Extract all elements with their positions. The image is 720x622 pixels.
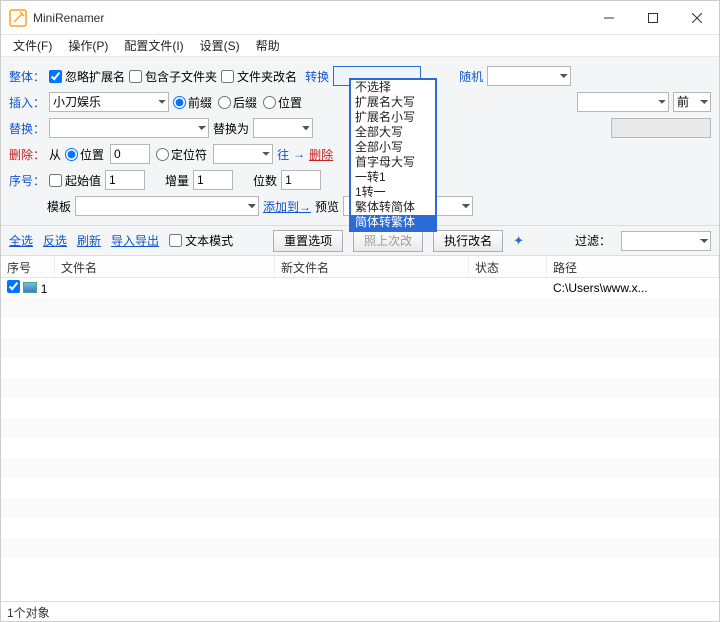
radio-del-locator[interactable]: 定位符 — [156, 146, 207, 163]
statusbar: 1个对象 — [1, 601, 719, 621]
label-muban: 模板 — [47, 198, 71, 215]
window-title: MiniRenamer — [33, 11, 587, 25]
checkbox-ignore-ext[interactable]: 忽略扩展名 — [49, 68, 125, 85]
app-logo-icon — [9, 9, 27, 27]
link-selectall[interactable]: 全选 — [9, 232, 33, 249]
dd-item[interactable]: 不选择 — [351, 80, 435, 95]
label-tihuan: 替换： — [9, 120, 45, 137]
link-refresh[interactable]: 刷新 — [77, 232, 101, 249]
input-digits[interactable] — [281, 170, 321, 190]
grid-body: 1 C:\Users\www.x... — [1, 278, 719, 578]
dd-item[interactable]: 首字母大写 — [351, 155, 435, 170]
link-invert[interactable]: 反选 — [43, 232, 67, 249]
dd-item[interactable]: 扩展名小写 — [351, 110, 435, 125]
label-xuhao: 序号： — [9, 172, 45, 189]
label-charu: 插入： — [9, 94, 45, 111]
label-guolv: 过滤： — [575, 232, 611, 249]
file-grid: 序号 文件名 新文件名 状态 路径 1 C:\Users\www.x... — [1, 256, 719, 601]
dd-item[interactable]: 全部大写 — [351, 125, 435, 140]
label-zhengti: 整体： — [9, 68, 45, 85]
button-execute[interactable]: 执行改名 — [433, 230, 503, 252]
checkbox-startval[interactable]: 起始值 — [49, 172, 101, 189]
convert-dropdown-list[interactable]: 不选择 扩展名大写 扩展名小写 全部大写 全部小写 首字母大写 一转1 1转一 … — [349, 78, 437, 232]
label-yulan: 预览 — [315, 198, 339, 215]
radio-suffix[interactable]: 后缀 — [218, 94, 257, 111]
col-newname[interactable]: 新文件名 — [275, 256, 469, 277]
cell-num: 1 — [41, 282, 48, 296]
col-status[interactable]: 状态 — [469, 256, 547, 277]
label-cong: 从 — [49, 146, 61, 163]
arrow-icon: → — [293, 147, 305, 161]
label-zengliang: 增量 — [165, 172, 189, 189]
label-shanchu: 删除： — [9, 146, 45, 163]
menu-help[interactable]: 帮助 — [248, 35, 288, 56]
close-button[interactable] — [675, 1, 719, 34]
dd-item[interactable]: 一转1 — [351, 170, 435, 185]
select-replace-to[interactable] — [253, 118, 313, 138]
dd-item[interactable]: 繁体转简体 — [351, 200, 435, 215]
label-weishu: 位数 — [253, 172, 277, 189]
menu-file[interactable]: 文件(F) — [5, 35, 60, 56]
col-index[interactable]: 序号 — [1, 256, 55, 277]
label-zhuanhuan: 转换 — [305, 68, 329, 85]
select-filter[interactable] — [621, 231, 711, 251]
cell-index: 1 — [1, 280, 55, 296]
label-wang: 往 — [277, 146, 289, 163]
checkbox-textmode[interactable]: 文本模式 — [169, 232, 233, 249]
button-repeat[interactable]: 照上次改 — [353, 230, 423, 252]
menu-operate[interactable]: 操作(P) — [60, 35, 116, 56]
select-insert-extra[interactable] — [577, 92, 669, 112]
col-filename[interactable]: 文件名 — [55, 256, 275, 277]
input-startval[interactable] — [105, 170, 145, 190]
input-del-pos[interactable] — [110, 144, 150, 164]
titlebar: MiniRenamer — [1, 1, 719, 35]
link-importexport[interactable]: 导入导出 — [111, 232, 159, 249]
pin-icon[interactable]: ✦ — [513, 233, 524, 249]
link-delete[interactable]: 删除 — [309, 146, 333, 163]
radioset-delete-mode: 位置 定位符 — [65, 144, 273, 164]
minimize-button[interactable] — [587, 1, 631, 34]
label-tihuanwei: 替换为 — [213, 120, 249, 137]
select-insert-side[interactable]: 前 — [673, 92, 711, 112]
maximize-button[interactable] — [631, 1, 675, 34]
radio-del-position[interactable]: 位置 — [65, 146, 104, 163]
input-increment[interactable] — [193, 170, 233, 190]
button-reset[interactable]: 重置选项 — [273, 230, 343, 252]
select-insert-text[interactable]: 小刀娱乐 — [49, 92, 169, 112]
table-row[interactable]: 1 C:\Users\www.x... — [1, 278, 719, 298]
cell-path: C:\Users\www.x... — [547, 281, 719, 295]
select-del-locator[interactable] — [213, 144, 273, 164]
col-path[interactable]: 路径 — [547, 256, 719, 277]
dd-item[interactable]: 全部小写 — [351, 140, 435, 155]
checkbox-subfolder[interactable]: 包含子文件夹 — [129, 68, 217, 85]
menu-config[interactable]: 配置文件(I) — [116, 35, 191, 56]
select-template[interactable] — [75, 196, 259, 216]
radio-position[interactable]: 位置 — [263, 94, 302, 111]
select-replace-mode[interactable] — [611, 118, 711, 138]
dd-item[interactable]: 简体转繁体 — [351, 215, 435, 230]
row-checkbox[interactable] — [7, 280, 20, 293]
radioset-insert-pos: 前缀 后缀 位置 — [173, 94, 302, 111]
grid-header: 序号 文件名 新文件名 状态 路径 — [1, 256, 719, 278]
window-buttons — [587, 1, 719, 34]
checkbox-folder-rename[interactable]: 文件夹改名 — [221, 68, 297, 85]
file-thumb-icon — [23, 282, 37, 293]
dd-item[interactable]: 扩展名大写 — [351, 95, 435, 110]
dd-item[interactable]: 1转一 — [351, 185, 435, 200]
radio-prefix[interactable]: 前缀 — [173, 94, 212, 111]
menu-settings[interactable]: 设置(S) — [192, 35, 248, 56]
link-addto[interactable]: 添加到→ — [263, 198, 311, 215]
label-suiji: 随机 — [459, 68, 483, 85]
select-replace-from[interactable] — [49, 118, 209, 138]
select-random[interactable] — [487, 66, 571, 86]
menubar: 文件(F) 操作(P) 配置文件(I) 设置(S) 帮助 — [1, 35, 719, 57]
